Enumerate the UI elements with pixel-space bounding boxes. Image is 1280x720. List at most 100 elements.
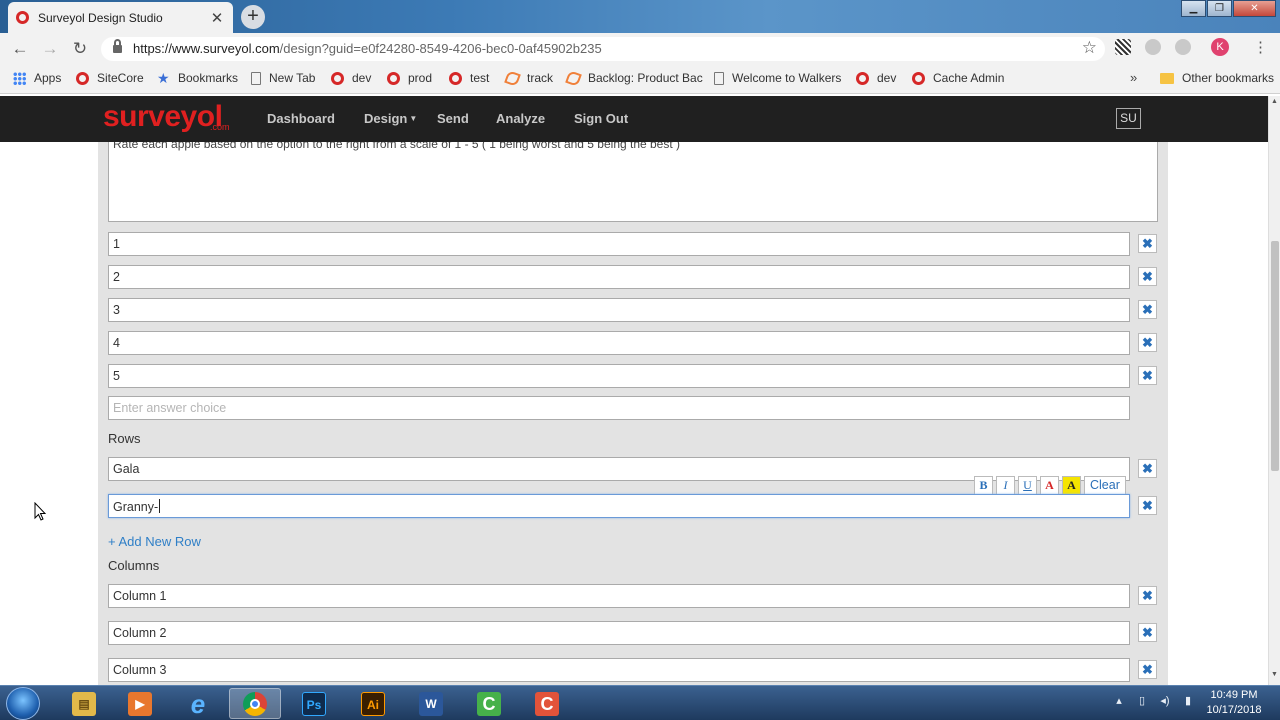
page-scrollbar[interactable]: ▲ ▼	[1268, 96, 1280, 685]
answer-choice-input[interactable]: 2	[108, 265, 1130, 289]
bookmark-sitecore[interactable]: SiteCore	[76, 71, 144, 85]
window-close-button[interactable]: ✕	[1233, 0, 1276, 17]
delete-icon[interactable]: ✖	[1138, 234, 1157, 253]
profile-avatar[interactable]: K	[1211, 38, 1229, 56]
reload-icon[interactable]: ↻	[70, 39, 90, 59]
bookmark-other[interactable]: Other bookmarks	[1160, 71, 1274, 85]
address-bar[interactable]: https://www.surveyol.com/design?guid=e0f…	[101, 37, 1105, 61]
page-icon	[714, 71, 724, 85]
close-icon[interactable]: ✕	[209, 9, 225, 27]
nav-send[interactable]: Send	[437, 111, 469, 126]
back-arrow-icon[interactable]: ←	[10, 39, 30, 59]
system-clock[interactable]: 10:49 PM 10/17/2018	[1200, 688, 1268, 718]
bookmark-track[interactable]: track	[504, 69, 553, 87]
skype-extension-icon[interactable]	[1145, 39, 1161, 55]
volume-icon[interactable]: ◂)	[1158, 694, 1172, 708]
delete-icon[interactable]: ✖	[1138, 660, 1157, 679]
delete-icon[interactable]: ✖	[1138, 333, 1157, 352]
bookmark-cache-admin[interactable]: Cache Admin	[912, 71, 1004, 85]
tray-expand-icon[interactable]: ▴	[1112, 694, 1126, 708]
device-icon[interactable]: ▯	[1135, 694, 1149, 708]
restore-button[interactable]: ❐	[1207, 0, 1232, 17]
answer-choice-input[interactable]: 3	[108, 298, 1130, 322]
scroll-thumb[interactable]	[1271, 241, 1279, 471]
start-button[interactable]	[6, 687, 40, 720]
column-input[interactable]: Column 3	[108, 658, 1130, 682]
answer-choice-input[interactable]: 5	[108, 364, 1130, 388]
bookmarks-overflow-chevron[interactable]: »	[1130, 70, 1137, 85]
word-icon: W	[419, 691, 443, 716]
bookmark-backlog[interactable]: Backlog: Product Bac	[565, 69, 703, 87]
nav-sign-out[interactable]: Sign Out	[574, 111, 628, 126]
track-icon	[504, 69, 521, 87]
delete-icon[interactable]: ✖	[1138, 300, 1157, 319]
delete-icon[interactable]: ✖	[1138, 267, 1157, 286]
nav-analyze[interactable]: Analyze	[496, 111, 545, 126]
font-color-button[interactable]: A	[1040, 476, 1059, 495]
kebab-menu-icon[interactable]: ⋮	[1253, 40, 1268, 56]
taskbar-media-player[interactable]: ▶	[114, 688, 166, 719]
taskbar-internet-explorer[interactable]: e	[172, 688, 224, 719]
browser-toolbar: ← → ↻ https://www.surveyol.com/design?gu…	[0, 33, 1280, 65]
bookmark-apps[interactable]: Apps	[13, 71, 61, 85]
underline-button[interactable]: U	[1018, 476, 1037, 495]
windows-taskbar: ▤ ▶ e Ps Ai W C C ▴ ▯ ◂) ▮ 10:49 PM 10/1…	[0, 685, 1280, 720]
rows-label: Rows	[108, 431, 141, 446]
row-input-active[interactable]: Granny-	[108, 494, 1130, 518]
scroll-up-icon[interactable]: ▲	[1271, 98, 1278, 105]
add-new-row-link[interactable]: + Add New Row	[108, 534, 201, 549]
bookmark-welcome[interactable]: Welcome to Walkers	[714, 71, 841, 85]
taskbar-camtasia-red[interactable]: C	[521, 688, 573, 719]
delete-icon[interactable]: ✖	[1138, 496, 1157, 515]
question-editor-panel: Rate each apple based on the option to t…	[98, 142, 1168, 685]
text-cursor	[159, 499, 161, 513]
nav-design[interactable]: Design ▼	[364, 111, 417, 126]
network-signal-icon[interactable]: ▮	[1181, 694, 1195, 708]
answer-choice-input[interactable]: 1	[108, 232, 1130, 256]
delete-icon[interactable]: ✖	[1138, 459, 1157, 478]
chrome-icon	[243, 691, 267, 716]
new-tab-button[interactable]: +	[241, 5, 265, 29]
clear-format-button[interactable]: Clear	[1084, 476, 1126, 495]
question-text-area[interactable]: Rate each apple based on the option to t…	[108, 142, 1158, 222]
answer-choice-input[interactable]: 4	[108, 331, 1130, 355]
taskbar-explorer[interactable]: ▤	[58, 688, 110, 719]
new-answer-choice-input[interactable]: Enter answer choice	[108, 396, 1130, 420]
highlight-button[interactable]: A	[1062, 476, 1081, 495]
bold-button[interactable]: B	[974, 476, 993, 495]
nav-dashboard[interactable]: Dashboard	[267, 111, 335, 126]
scroll-down-icon[interactable]: ▼	[1271, 671, 1278, 678]
delete-icon[interactable]: ✖	[1138, 586, 1157, 605]
minimize-button[interactable]: ▁	[1181, 0, 1206, 17]
opera-icon	[856, 71, 869, 85]
opera-icon	[387, 71, 400, 85]
delete-icon[interactable]: ✖	[1138, 366, 1157, 385]
bookmark-prod[interactable]: prod	[387, 71, 432, 85]
bookmark-dev-2[interactable]: dev	[856, 71, 896, 85]
bookmark-new-tab[interactable]: New Tab	[251, 71, 315, 85]
taskbar-photoshop[interactable]: Ps	[288, 688, 340, 719]
opera-icon	[76, 71, 89, 85]
bookmark-dev[interactable]: dev	[331, 71, 371, 85]
mail-extension-icon[interactable]	[1175, 39, 1191, 55]
opera-icon	[331, 71, 344, 85]
bookmark-star-icon[interactable]: ☆	[1082, 38, 1097, 58]
taskbar-word[interactable]: W	[405, 688, 457, 719]
delete-icon[interactable]: ✖	[1138, 623, 1157, 642]
user-badge[interactable]: SU	[1116, 108, 1141, 129]
column-input[interactable]: Column 1	[108, 584, 1130, 608]
camtasia-recorder-icon: C	[477, 691, 501, 716]
taskbar-chrome[interactable]	[229, 688, 281, 719]
bookmark-test[interactable]: test	[449, 71, 489, 85]
surveyol-logo[interactable]: surveyol	[103, 100, 223, 134]
browser-tab[interactable]: Surveyol Design Studio ✕	[8, 2, 233, 33]
apps-icon	[13, 71, 26, 85]
bookmarks-bar: Apps SiteCore ★ Bookmarks New Tab dev pro…	[0, 65, 1280, 94]
column-input[interactable]: Column 2	[108, 621, 1130, 645]
qr-extension-icon[interactable]	[1115, 39, 1131, 55]
taskbar-illustrator[interactable]: Ai	[347, 688, 399, 719]
taskbar-camtasia-green[interactable]: C	[463, 688, 515, 719]
bookmark-bookmarks[interactable]: ★ Bookmarks	[157, 71, 238, 86]
forward-arrow-icon[interactable]: →	[40, 39, 60, 59]
italic-button[interactable]: I	[996, 476, 1015, 495]
